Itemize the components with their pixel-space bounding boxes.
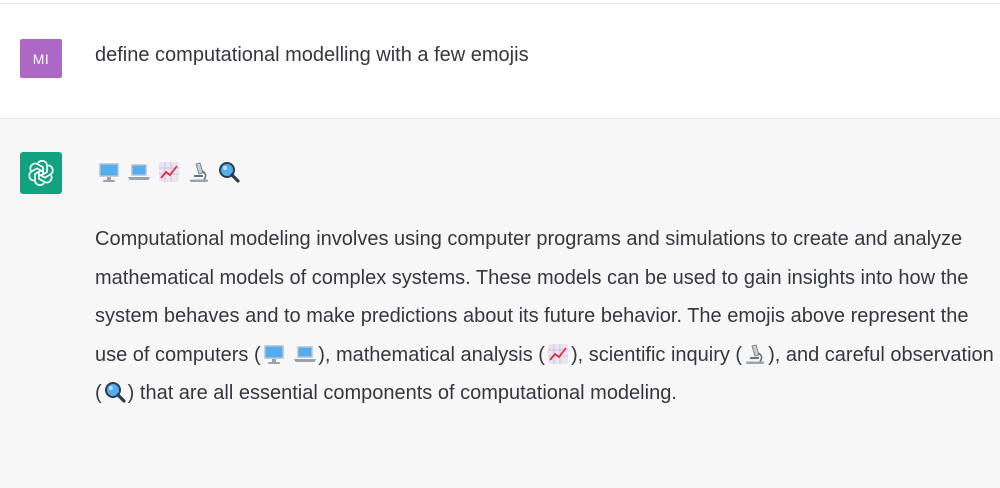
desktop-computer-icon bbox=[262, 342, 286, 366]
openai-logo-icon bbox=[28, 160, 54, 186]
laptop-icon bbox=[127, 160, 151, 184]
answer-text-part2: ), mathematical analysis ( bbox=[318, 343, 545, 366]
microscope-icon bbox=[743, 342, 767, 366]
desktop-computer-icon bbox=[97, 160, 121, 184]
answer-text-part3: ), scientific inquiry ( bbox=[570, 343, 743, 366]
magnifying-glass-icon bbox=[103, 380, 127, 404]
user-message-row: MI define computational modelling with a… bbox=[0, 4, 1000, 119]
user-avatar: MI bbox=[20, 39, 62, 78]
user-message-text: define computational modelling with a fe… bbox=[95, 44, 529, 66]
answer-text-part5: ) that are all essential components of c… bbox=[127, 382, 677, 405]
microscope-icon bbox=[187, 160, 211, 184]
laptop-icon bbox=[293, 342, 317, 366]
emoji-line bbox=[97, 160, 241, 184]
assistant-message-row: Computational modeling involves using co… bbox=[0, 119, 1000, 488]
magnifying-glass-icon bbox=[217, 160, 241, 184]
chart-increasing-icon bbox=[157, 160, 181, 184]
assistant-avatar bbox=[20, 152, 62, 194]
chat-page: MI define computational modelling with a… bbox=[0, 0, 1000, 488]
chart-increasing-icon bbox=[546, 342, 570, 366]
answer-paragraph: Computational modeling involves using co… bbox=[95, 220, 995, 413]
assistant-answer: Computational modeling involves using co… bbox=[95, 220, 995, 413]
